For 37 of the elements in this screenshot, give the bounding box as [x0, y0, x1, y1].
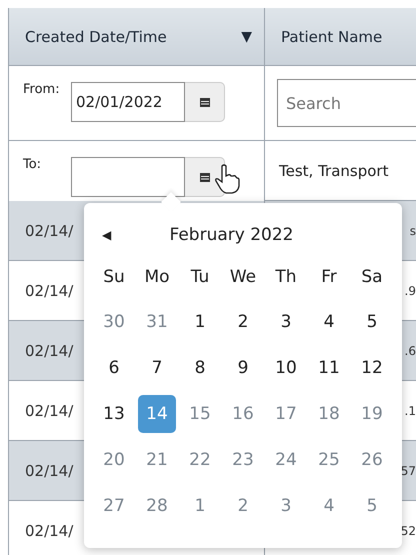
weekday-label: Fr	[320, 266, 338, 289]
column-header[interactable]: Patient Name	[265, 8, 416, 66]
weekday-label: Th	[274, 266, 298, 289]
previous-month-button[interactable]: ◀	[98, 228, 115, 242]
column-title: Created Date/Time	[25, 28, 167, 46]
calendar-day[interactable]: 17	[267, 395, 305, 433]
calendar-icon	[200, 97, 210, 107]
weekday-label: We	[228, 266, 258, 289]
calendar-day[interactable]: 20	[95, 441, 133, 479]
search-field[interactable]: Search	[277, 79, 416, 127]
calendar-day[interactable]: 19	[353, 395, 391, 433]
calendar-day[interactable]: 14	[138, 395, 176, 433]
weekday-label: Mo	[143, 266, 171, 289]
column-header[interactable]: Created Date/Time ▼	[9, 8, 265, 66]
calendar-day[interactable]: 23	[224, 441, 262, 479]
calendar-day[interactable]: 26	[353, 441, 391, 479]
calendar-icon	[200, 172, 210, 182]
to-date-field[interactable]	[71, 157, 185, 197]
weekday-label: Sa	[360, 266, 384, 289]
calendar-day[interactable]: 16	[224, 395, 262, 433]
weekday-label: Tu	[190, 266, 210, 289]
calendar-button[interactable]	[185, 157, 225, 197]
calendar-day[interactable]: 18	[310, 395, 348, 433]
calendar-button[interactable]	[185, 82, 225, 122]
weekday-label: Su	[102, 266, 126, 289]
calendar-day[interactable]: 21	[138, 441, 176, 479]
column-title: Patient Name	[281, 28, 382, 46]
calendar-day[interactable]: 22	[181, 441, 219, 479]
calendar-day[interactable]: 13	[95, 395, 133, 433]
from-date-field[interactable]: 02/01/2022	[71, 82, 185, 122]
to-label: To:	[23, 157, 42, 172]
calendar-day[interactable]: 24	[267, 441, 305, 479]
sort-icon[interactable]: ▼	[241, 28, 252, 44]
from-label: From:	[23, 82, 61, 97]
hand-cursor-icon	[214, 164, 240, 194]
calendar-day[interactable]: 15	[181, 395, 219, 433]
calendar-day[interactable]: 25	[310, 441, 348, 479]
